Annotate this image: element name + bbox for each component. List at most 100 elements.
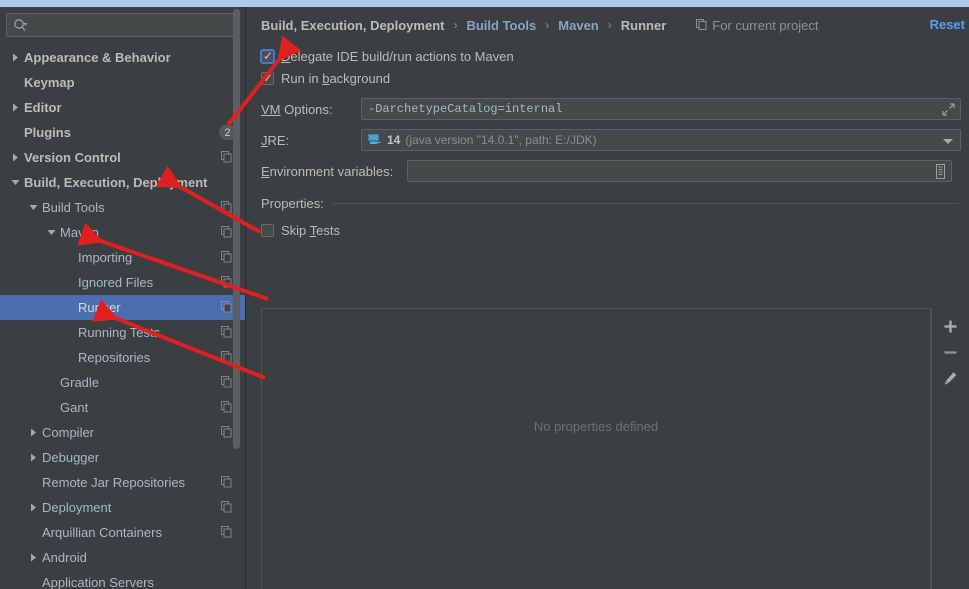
reset-link[interactable]: Reset	[930, 17, 965, 32]
jre-row: JRE: 14 (java version "14.0.1", path: E:…	[247, 129, 969, 151]
delegate-text: elegate IDE build/run actions to Maven	[290, 48, 514, 64]
sidebar-item-deployment[interactable]: Deployment	[0, 495, 245, 520]
skip-tests-label: Skip Tests	[281, 223, 340, 238]
breadcrumb-item-1[interactable]: Build Tools	[466, 18, 536, 33]
sidebar-item-label: Compiler	[42, 425, 95, 440]
edit-property-button[interactable]	[938, 367, 964, 393]
copy-icon	[221, 351, 232, 366]
sidebar-item-maven[interactable]: Maven	[0, 220, 245, 245]
sidebar-scrollbar-thumb[interactable]	[233, 9, 240, 449]
settings-tree[interactable]: Appearance & Behavior Keymap Editor Plugins…	[0, 45, 245, 589]
run-background-checkbox[interactable]: ✓	[261, 70, 274, 85]
sidebar-item-importing[interactable]: Importing	[0, 245, 245, 270]
sidebar-item-label: Running Tests	[78, 325, 161, 340]
sidebar-item-android[interactable]: Android	[0, 545, 245, 570]
skip-tests-checkbox-row[interactable]: Skip Tests	[247, 219, 969, 241]
jre-combobox[interactable]: 14 (java version "14.0.1", path: E:/JDK)	[361, 129, 961, 151]
vm-options-input[interactable]: -DarchetypeCatalog=internal	[361, 98, 961, 120]
chevron-right-icon[interactable]	[8, 151, 22, 165]
properties-toolbar	[931, 308, 969, 589]
env-vars-input[interactable]	[407, 160, 952, 182]
sidebar-item-running-tests[interactable]: Running Tests	[0, 320, 245, 345]
sidebar-item-appearance-behavior[interactable]: Appearance & Behavior	[0, 45, 245, 70]
chevron-down-icon[interactable]	[26, 201, 40, 215]
sidebar-item-plugins[interactable]: Plugins 2	[0, 120, 245, 145]
run-background-checkbox-label: Run in background	[281, 71, 390, 86]
copy-icon	[221, 426, 232, 441]
chevron-down-icon[interactable]	[943, 139, 953, 144]
sidebar-item-gant[interactable]: Gant	[0, 395, 245, 420]
search-icon	[13, 18, 28, 32]
copy-icon	[221, 151, 232, 166]
sidebar-item-gradle[interactable]: Gradle	[0, 370, 245, 395]
properties-section-header: Properties:	[247, 196, 969, 211]
search-input[interactable]	[28, 15, 233, 35]
sidebar-item-label: Maven	[60, 225, 100, 240]
sidebar-item-repositories[interactable]: Repositories	[0, 345, 245, 370]
copy-icon	[221, 401, 232, 416]
jre-label: JRE:	[261, 133, 361, 148]
sidebar-item-build-execution-deployment[interactable]: Build, Execution, Deployment	[0, 170, 245, 195]
search-box[interactable]	[6, 13, 240, 37]
chevron-down-icon[interactable]	[8, 176, 22, 190]
sidebar-item-debugger[interactable]: Debugger	[0, 445, 245, 470]
env-vars-label: Environment variables:	[261, 164, 407, 179]
chevron-right-icon[interactable]	[26, 451, 40, 465]
skip-tests-text-rest: ests	[316, 222, 341, 238]
sidebar-item-label: Runner	[78, 300, 121, 315]
sidebar-item-compiler[interactable]: Compiler	[0, 420, 245, 445]
sidebar-item-label: Repositories	[78, 350, 151, 365]
window-title-strip	[0, 0, 969, 7]
skip-tests-text-pre: Skip	[281, 222, 310, 238]
copy-icon	[221, 476, 232, 491]
sidebar-item-keymap[interactable]: Keymap	[0, 70, 245, 95]
copy-icon	[221, 226, 232, 241]
copy-icon	[221, 376, 232, 391]
delegate-checkbox-row[interactable]: ✓ Delegate IDE build/run actions to Mave…	[247, 45, 969, 67]
properties-title: Properties:	[261, 196, 324, 211]
delegate-mnemonic: D	[281, 48, 291, 64]
properties-list[interactable]: No properties defined	[261, 308, 931, 589]
vm-options-text: Options:	[280, 101, 333, 117]
sidebar-item-label: Android	[42, 550, 87, 565]
breadcrumb-item-2[interactable]: Maven	[558, 18, 598, 33]
expand-icon[interactable]	[942, 103, 955, 119]
sidebar-item-label: Arquillian Containers	[42, 525, 162, 540]
run-background-checkbox-row[interactable]: ✓ Run in background	[247, 67, 969, 89]
sidebar-item-remote-jar-repositories[interactable]: Remote Jar Repositories	[0, 470, 245, 495]
delegate-checkbox[interactable]: ✓	[261, 49, 274, 63]
chevron-right-icon[interactable]	[26, 501, 40, 515]
scope-label: For current project	[712, 17, 819, 33]
env-vars-row: Environment variables:	[247, 160, 969, 182]
properties-empty-message: No properties defined	[533, 419, 659, 434]
check-icon: ✓	[263, 70, 274, 85]
copy-icon	[221, 301, 232, 316]
chevron-right-icon[interactable]	[8, 51, 22, 65]
chevron-right-icon[interactable]	[26, 426, 40, 440]
sidebar-scrollbar-track[interactable]	[233, 7, 243, 589]
chevron-right-icon[interactable]	[8, 101, 22, 115]
minus-icon	[943, 345, 958, 363]
sidebar-item-application-servers[interactable]: Application Servers	[0, 570, 245, 589]
chevron-down-icon[interactable]	[44, 226, 58, 240]
sidebar-item-runner[interactable]: Runner	[0, 295, 245, 320]
vm-options-label: VM Options:	[261, 102, 361, 117]
sidebar-item-editor[interactable]: Editor	[0, 95, 245, 120]
sidebar-item-ignored-files[interactable]: Ignored Files	[0, 270, 245, 295]
remove-property-button[interactable]	[938, 341, 964, 367]
copy-icon	[221, 326, 232, 341]
list-edit-icon[interactable]	[934, 164, 947, 181]
sidebar-item-label: Gradle	[60, 375, 100, 390]
skip-tests-checkbox[interactable]	[261, 223, 274, 237]
add-property-button[interactable]	[938, 315, 964, 341]
sidebar-item-arquillian-containers[interactable]: Arquillian Containers	[0, 520, 245, 545]
breadcrumb-separator: ›	[607, 18, 612, 32]
chevron-right-icon[interactable]	[26, 551, 40, 565]
sidebar-item-build-tools[interactable]: Build Tools	[0, 195, 245, 220]
sidebar-item-label: Debugger	[42, 450, 100, 465]
search-container	[0, 7, 245, 37]
env-vars-mnemonic: E	[261, 163, 270, 179]
scope-indicator: For current project	[696, 18, 818, 33]
sidebar-item-version-control[interactable]: Version Control	[0, 145, 245, 170]
jre-version: 14	[387, 133, 401, 147]
